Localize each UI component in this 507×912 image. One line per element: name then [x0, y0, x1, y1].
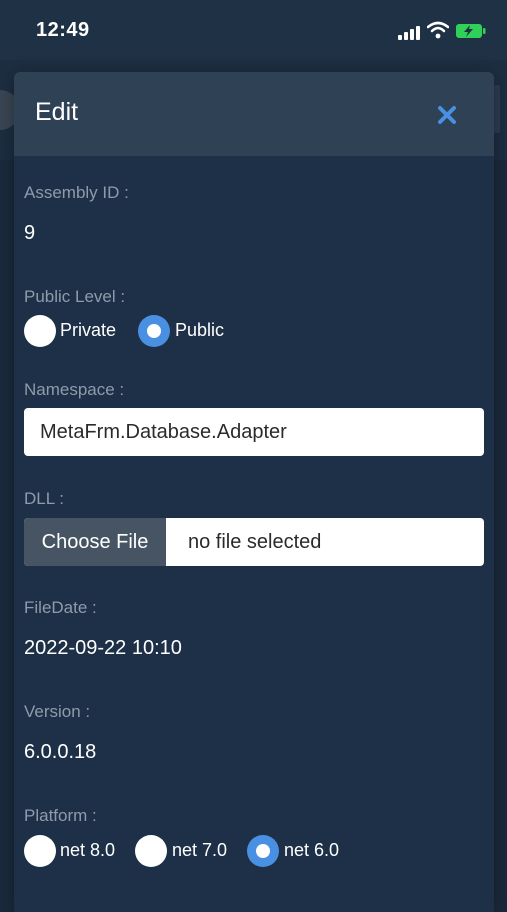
namespace-label: Namespace : [24, 380, 125, 399]
radio-net6[interactable] [247, 835, 279, 867]
cellular-signal-icon [398, 25, 422, 44]
radio-net6-label[interactable]: net 6.0 [284, 840, 339, 861]
platform-label: Platform : [24, 806, 97, 825]
modal-header: Edit [14, 72, 494, 156]
radio-net8[interactable] [24, 835, 56, 867]
edit-modal: Edit Assembly ID : 9 Public Level : Priv… [14, 72, 494, 912]
version-label: Version : [24, 702, 91, 721]
status-bar: 12:49 [0, 0, 507, 60]
close-icon[interactable] [434, 102, 460, 128]
radio-private[interactable] [24, 315, 56, 347]
version-value: 6.0.0.18 [24, 741, 97, 763]
modal-title: Edit [35, 98, 79, 126]
backdrop-control [494, 85, 500, 133]
radio-net8-label[interactable]: net 8.0 [60, 840, 115, 861]
radio-private-label[interactable]: Private [60, 320, 116, 341]
dll-label: DLL : [24, 489, 65, 508]
namespace-input[interactable] [24, 408, 484, 456]
public-level-radio-group: Private Public [24, 315, 324, 349]
radio-public[interactable] [138, 315, 170, 347]
platform-radio-group: net 8.0 net 7.0 net 6.0 [24, 835, 384, 869]
choose-file-button[interactable]: Choose File [24, 518, 166, 566]
assembly-id-value: 9 [24, 222, 36, 244]
radio-public-label[interactable]: Public [175, 320, 224, 341]
file-date-value: 2022-09-22 10:10 [24, 637, 182, 659]
public-level-label: Public Level : [24, 287, 126, 306]
dll-file-input[interactable]: Choose File no file selected [24, 518, 484, 566]
file-status-text: no file selected [188, 531, 322, 553]
status-time: 12:49 [36, 19, 90, 41]
file-date-label: FileDate : [24, 598, 97, 617]
wifi-icon [426, 21, 450, 43]
battery-charging-icon [456, 23, 486, 43]
radio-net7[interactable] [135, 835, 167, 867]
radio-net7-label[interactable]: net 7.0 [172, 840, 227, 861]
assembly-id-label: Assembly ID : [24, 183, 129, 202]
